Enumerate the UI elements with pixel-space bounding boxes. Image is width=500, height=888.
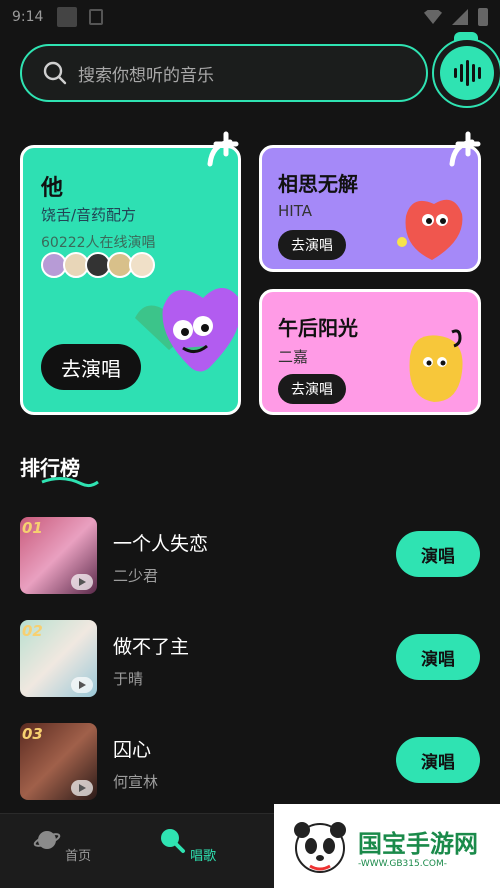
rank-number: 02 [22, 622, 43, 640]
sing-button[interactable]: 演唱 [396, 634, 480, 680]
planet-icon [33, 831, 61, 849]
voice-sing-button[interactable] [432, 32, 500, 112]
featured-card-main[interactable]: 他 饶舌/音药配方 60222人在线演唱 去演唱 [20, 145, 241, 415]
watermark-url: -WWW.GB315.COM- [358, 858, 447, 869]
panda-logo-icon [294, 822, 346, 873]
notification-icon [57, 7, 78, 27]
song-name: 做不了主 [113, 636, 190, 658]
wifi-icon [424, 10, 442, 24]
play-icon[interactable] [71, 780, 93, 796]
featured-card-1-artist: HITA [278, 202, 312, 220]
featured-online-count: 60222人在线演唱 [41, 235, 156, 251]
nav-sing-label: 唱歌 [190, 849, 217, 864]
app-notification-icon [89, 9, 104, 25]
sing-button[interactable]: 演唱 [396, 531, 480, 577]
rank-number: 03 [22, 725, 43, 743]
battery-icon [478, 8, 488, 26]
search-icon [43, 61, 67, 85]
ranking-row[interactable]: 01 一个人失恋 二少君 演唱 [20, 517, 480, 597]
heart-character-illustration [397, 199, 463, 260]
status-bar: 9:14 [0, 0, 500, 34]
sing-button[interactable]: 演唱 [396, 737, 480, 783]
status-time: 9:14 [12, 9, 44, 25]
featured-card-1-title: 相思无解 [278, 172, 358, 196]
search-row: 搜索你想听的音乐 [20, 32, 500, 108]
microphone-icon [160, 829, 185, 853]
ranking-row[interactable]: 02 做不了主 于晴 演唱 [20, 620, 480, 700]
song-artist: 何宣林 [113, 773, 159, 791]
nav-home-label: 首页 [65, 849, 92, 864]
rank-number: 01 [22, 519, 43, 537]
soundwave-icon [440, 46, 494, 100]
play-icon[interactable] [71, 677, 93, 693]
search-placeholder: 搜索你想听的音乐 [78, 65, 214, 86]
song-name: 一个人失恋 [113, 533, 209, 555]
featured-subtitle: 饶舌/音药配方 [41, 206, 137, 224]
song-artist: 二少君 [113, 567, 159, 585]
song-cover[interactable]: 02 [20, 620, 97, 697]
featured-card-2-title: 午后阳光 [278, 316, 358, 340]
thinking-character-illustration [409, 329, 463, 402]
featured-card-1-sing-button[interactable]: 去演唱 [278, 230, 346, 260]
search-input[interactable]: 搜索你想听的音乐 [20, 44, 428, 102]
featured-card-2-sing-button[interactable]: 去演唱 [278, 374, 346, 404]
song-cover[interactable]: 03 [20, 723, 97, 800]
sparkle-arrow-icon [207, 131, 239, 167]
watermark: 国宝手游网 -WWW.GB315.COM- [274, 804, 500, 888]
nav-sing[interactable]: 唱歌 [147, 826, 227, 864]
featured-card-2-artist: 二嘉 [278, 348, 309, 366]
nav-home[interactable]: 首页 [22, 826, 102, 864]
ranking-row[interactable]: 03 囚心 何宣林 演唱 [20, 723, 480, 803]
signal-icon [452, 9, 468, 25]
song-name: 囚心 [113, 739, 152, 761]
sparkle-arrow-icon [449, 131, 481, 167]
song-artist: 于晴 [113, 670, 144, 688]
song-cover[interactable]: 01 [20, 517, 97, 594]
featured-sing-button[interactable]: 去演唱 [41, 344, 141, 390]
play-icon[interactable] [71, 574, 93, 590]
featured-title: 他 [41, 176, 64, 201]
featured-card-2[interactable]: 午后阳光 二嘉 去演唱 [259, 289, 481, 415]
watermark-text: 国宝手游网 [358, 829, 478, 858]
title-underline-decoration [41, 477, 99, 488]
